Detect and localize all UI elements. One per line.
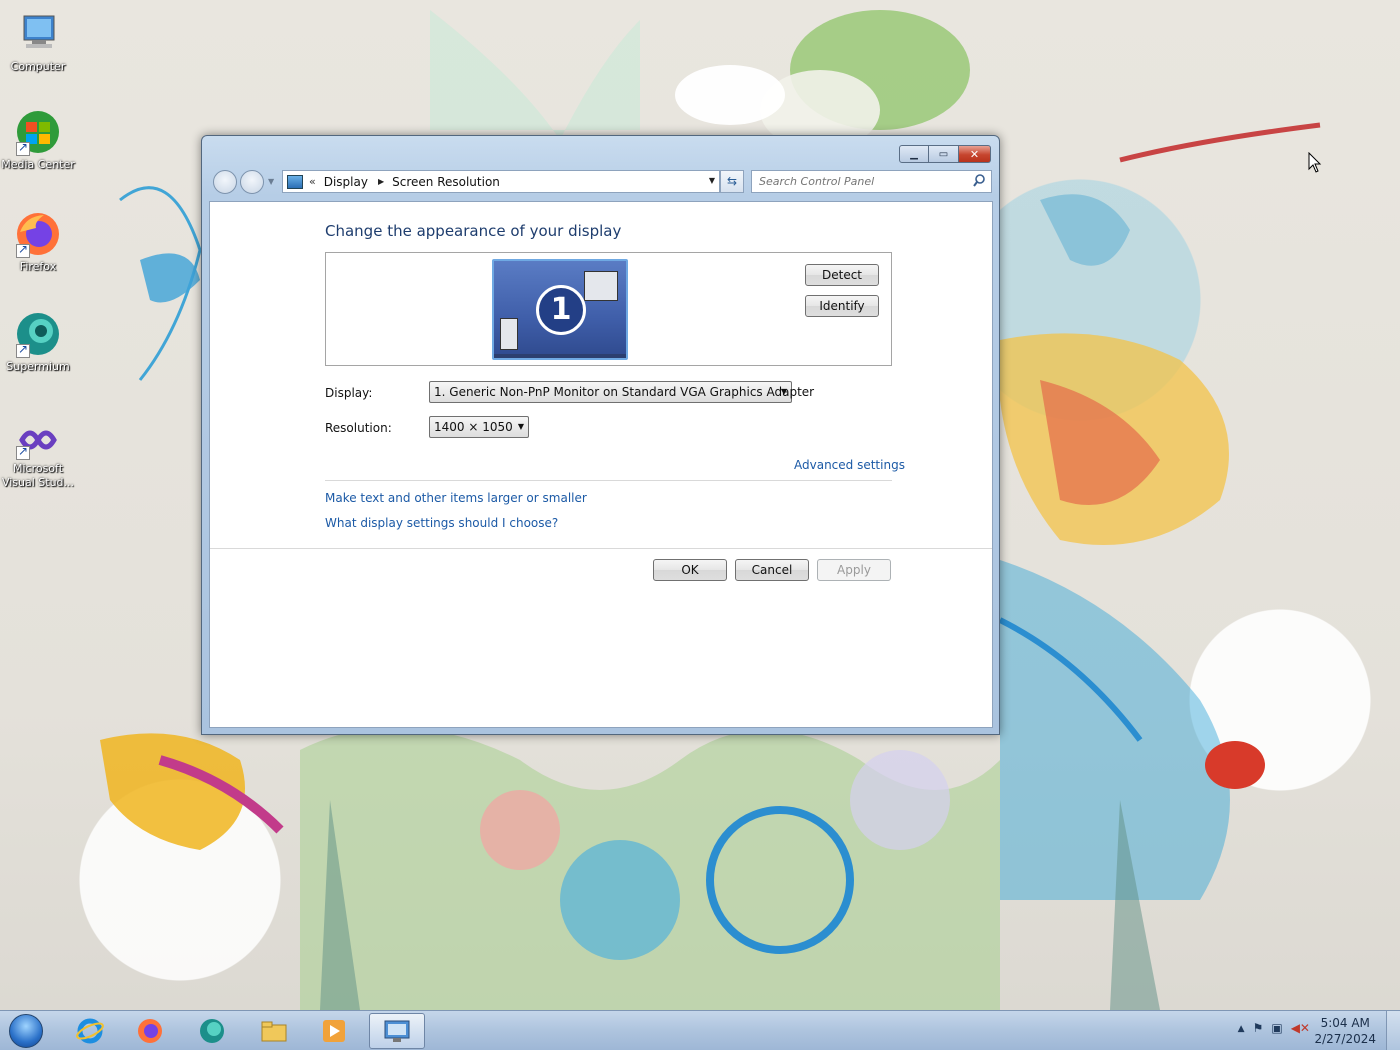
desktop-icon-media-center[interactable]: Media Center (0, 108, 76, 172)
apply-button[interactable]: Apply (817, 559, 891, 581)
media-player-icon (323, 1020, 345, 1042)
breadcrumb-screen-resolution[interactable]: Screen Resolution (392, 175, 500, 189)
supermium-icon (200, 1019, 224, 1043)
close-button[interactable]: ✕ (959, 145, 991, 163)
monitor-preview-area: 1 Detect Identify (325, 252, 892, 366)
firefox-icon (14, 210, 62, 258)
address-bar[interactable]: « Display ▶ Screen Resolution ▼ (282, 170, 720, 193)
minimize-button[interactable]: ▁ (899, 145, 929, 163)
desktop-icon-label: Microsoft Visual Stud... (1, 462, 75, 489)
media-center-icon (14, 108, 62, 156)
breadcrumb-display[interactable]: Display (324, 175, 368, 189)
monitor-taskbar-strip (494, 354, 626, 358)
start-orb-icon (9, 1014, 43, 1048)
back-button[interactable] (213, 170, 237, 194)
system-clock[interactable]: 5:04 AM 2/27/2024 (1314, 1015, 1376, 1047)
control-panel-icon (384, 1020, 410, 1042)
maximize-button[interactable]: ▭ (929, 145, 959, 163)
taskbar: ▲ ⚑ ▣ ◀✕ 5:04 AM 2/27/2024 (0, 1010, 1400, 1050)
breadcrumb-separator-icon[interactable]: ▶ (378, 177, 384, 186)
close-icon: ✕ (969, 147, 980, 161)
taskbar-supermium[interactable] (184, 1013, 240, 1049)
taskbar-firefox[interactable] (122, 1013, 178, 1049)
desktop-icon-computer[interactable]: Computer (0, 10, 76, 74)
text-size-link[interactable]: Make text and other items larger or smal… (325, 491, 587, 505)
caption-buttons: ▁ ▭ ✕ (899, 145, 991, 163)
file-explorer-icon (261, 1021, 287, 1042)
recent-pages-dropdown[interactable]: ▼ (268, 177, 274, 186)
start-button[interactable] (4, 1013, 48, 1049)
search-icon[interactable] (973, 174, 985, 188)
navigation-bar: ▼ « Display ▶ Screen Resolution ▼ ⇆ (210, 169, 992, 195)
taskbar-control-panel[interactable] (369, 1013, 425, 1049)
internet-explorer-icon (76, 1018, 104, 1044)
desktop-icon-label: Supermium (6, 360, 70, 373)
chevron-down-icon: ▼ (780, 387, 787, 396)
desktop-icon-visual-studio[interactable]: Microsoft Visual Stud... (0, 420, 76, 490)
detect-button[interactable]: Detect (805, 264, 879, 286)
display-select-value: 1. Generic Non-PnP Monitor on Standard V… (434, 385, 815, 399)
taskbar-media-player[interactable] (306, 1013, 362, 1049)
volume-muted-icon[interactable]: ◀✕ (1291, 1021, 1310, 1035)
clock-date: 2/27/2024 (1314, 1032, 1376, 1046)
breadcrumb-overflow[interactable]: « (309, 175, 316, 188)
chevron-down-icon: ▼ (517, 422, 524, 431)
desktop-icon-label: Firefox (19, 260, 57, 273)
control-panel-icon (287, 174, 303, 189)
button-divider (210, 548, 992, 549)
display-label: Display: (325, 386, 373, 400)
minimize-icon: ▁ (910, 148, 918, 160)
display-select[interactable]: 1. Generic Non-PnP Monitor on Standard V… (429, 381, 814, 403)
firefox-icon (138, 1019, 162, 1043)
ok-button[interactable]: OK (653, 559, 727, 581)
screen-resolution-window: ▁ ▭ ✕ ▼ « Display ▶ Screen Resolution ▼ … (201, 135, 1000, 735)
forward-button[interactable] (240, 170, 264, 194)
resolution-select-value: 1400 × 1050 (434, 420, 513, 434)
search-box[interactable] (751, 170, 992, 193)
desktop-icon-firefox[interactable]: Firefox (0, 210, 76, 274)
document-thumbnail-icon (500, 318, 518, 350)
desktop-icon-supermium[interactable]: Supermium (0, 310, 76, 374)
refresh-button[interactable]: ⇆ (720, 170, 744, 193)
cancel-button[interactable]: Cancel (735, 559, 809, 581)
clock-time: 5:04 AM (1320, 1016, 1370, 1030)
computer-icon (14, 10, 62, 58)
action-center-flag-icon[interactable]: ⚑ (1253, 1021, 1264, 1035)
display-settings-help-link[interactable]: What display settings should I choose? (325, 516, 558, 530)
desktop-icon-label: Computer (10, 60, 66, 73)
content-pane: Change the appearance of your display 1 … (209, 201, 993, 728)
supermium-icon (14, 310, 62, 358)
desktop-icon-label: Media Center (1, 158, 75, 171)
resolution-label: Resolution: (325, 421, 392, 435)
visual-studio-icon (14, 420, 62, 460)
mouse-cursor-icon (1308, 152, 1322, 173)
monitor-number: 1 (536, 285, 586, 335)
network-icon[interactable]: ▣ (1271, 1021, 1282, 1035)
maximize-icon: ▭ (938, 148, 949, 160)
window-thumbnail-icon (584, 271, 618, 301)
address-dropdown-icon[interactable]: ▼ (709, 176, 715, 185)
identify-button[interactable]: Identify (805, 295, 879, 317)
taskbar-internet-explorer[interactable] (62, 1013, 118, 1049)
advanced-settings-link[interactable]: Advanced settings (794, 458, 905, 472)
search-input[interactable] (752, 171, 962, 192)
show-hidden-icons-button[interactable]: ▲ (1238, 1024, 1245, 1035)
taskbar-file-explorer[interactable] (246, 1013, 302, 1049)
show-desktop-button[interactable] (1386, 1011, 1400, 1050)
monitor-1-thumbnail[interactable]: 1 (492, 259, 628, 360)
resolution-select[interactable]: 1400 × 1050 ▼ (429, 416, 529, 438)
page-title: Change the appearance of your display (325, 222, 622, 240)
notification-area: ▲ ⚑ ▣ ◀✕ (1238, 1021, 1310, 1035)
divider (325, 480, 892, 481)
refresh-icon: ⇆ (726, 174, 738, 188)
